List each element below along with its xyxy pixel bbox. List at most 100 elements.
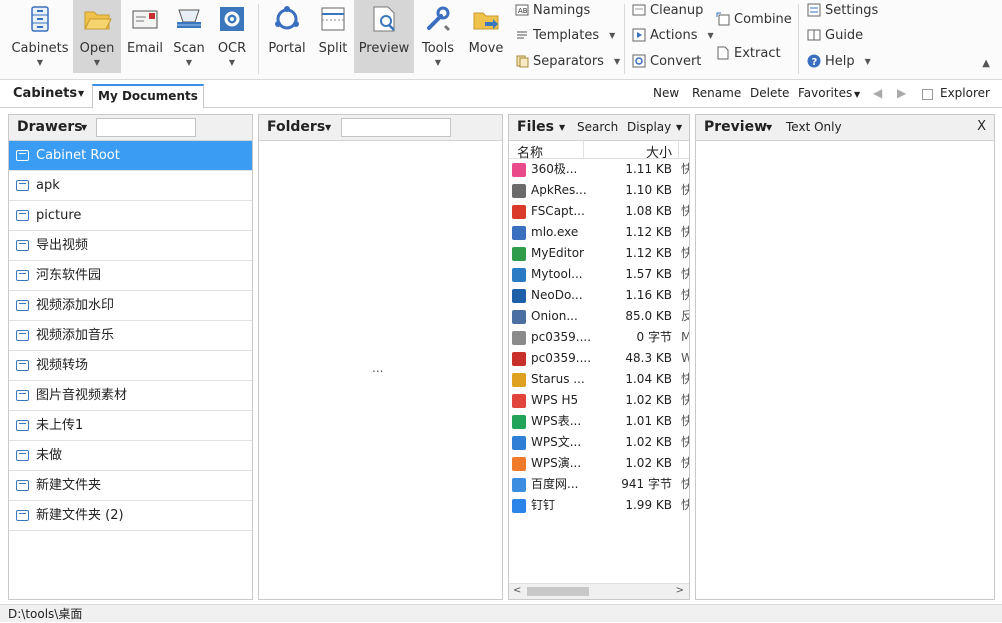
drawer-item[interactable]: 新建文件夹 (2) (9, 501, 252, 531)
settings-button[interactable]: Settings (807, 0, 878, 20)
file-type: 快 (681, 204, 689, 218)
file-row[interactable]: ApkRes... 1.10 KB 快 (509, 180, 689, 201)
drawer-item[interactable]: 导出视频 (9, 231, 252, 261)
chevron-down-icon[interactable]: ▼ (766, 123, 772, 132)
file-row[interactable]: Starus ... 1.04 KB 快 (509, 369, 689, 390)
split-button[interactable]: Split (312, 0, 354, 73)
file-row[interactable]: 百度网... 941 字节快 (509, 474, 689, 495)
back-arrow-icon[interactable]: ◀ (873, 86, 882, 100)
separators-button[interactable]: Separators ▼ (515, 51, 620, 71)
drawer-item[interactable]: 视频添加音乐 (9, 321, 252, 351)
file-row[interactable]: Onion... 85.0 KB 反 (509, 306, 689, 327)
open-button[interactable]: Open ▼ (73, 0, 121, 73)
favorites-button[interactable]: Favorites (798, 86, 852, 100)
chevron-down-icon[interactable]: ▼ (559, 123, 565, 132)
close-preview-button[interactable]: X (977, 119, 986, 134)
folders-filter-input[interactable] (341, 118, 451, 137)
extract-button[interactable]: Extract (716, 43, 781, 63)
files-display-button[interactable]: Display (627, 120, 671, 134)
file-row[interactable]: WPS演... 1.02 KB 快 (509, 453, 689, 474)
file-row[interactable]: pc0359.... 0 字节 M (509, 327, 689, 348)
collapse-ribbon-icon[interactable]: ▲ (982, 58, 990, 69)
cleanup-button[interactable]: Cleanup (632, 0, 703, 20)
drawer-item[interactable]: picture (9, 201, 252, 231)
file-row[interactable]: MyEditor 1.12 KB 快 (509, 243, 689, 264)
file-row[interactable]: WPS表... 1.01 KB 快 (509, 411, 689, 432)
drawer-icon (16, 420, 29, 431)
scrollbar-thumb[interactable] (527, 587, 589, 596)
preview-label: Preview (358, 41, 410, 56)
drawer-item[interactable]: 河东软件园 (9, 261, 252, 291)
actions-button[interactable]: Actions ▼ (632, 25, 714, 45)
file-row[interactable]: pc0359.... 48.3 KB W (509, 348, 689, 369)
scan-button[interactable]: Scan ▼ (168, 0, 210, 73)
combine-button[interactable]: Combine (716, 9, 792, 29)
column-divider[interactable] (583, 141, 584, 159)
file-name: MyEditor (531, 246, 584, 260)
file-name: pc0359.... (531, 330, 591, 344)
email-button[interactable]: Email (124, 0, 166, 73)
file-size: 48.3 KB (625, 351, 672, 365)
drawers-title: Drawers (17, 119, 83, 135)
cabinets-dropdown[interactable]: Cabinets (13, 80, 77, 108)
file-row[interactable]: FSCapt... 1.08 KB 快 (509, 201, 689, 222)
file-icon (512, 163, 526, 177)
chevron-down-icon[interactable]: ▼ (676, 123, 682, 132)
separators-label: Separators (533, 53, 604, 69)
forward-arrow-icon[interactable]: ▶ (897, 86, 906, 100)
drawer-item[interactable]: 视频转场 (9, 351, 252, 381)
move-button[interactable]: Move (464, 0, 508, 73)
ribbon-separator (798, 4, 799, 74)
combine-label: Combine (734, 11, 792, 27)
drawer-item[interactable]: 新建文件夹 (9, 471, 252, 501)
tools-button[interactable]: Tools ▼ (416, 0, 460, 73)
preview-button[interactable]: Preview (354, 0, 414, 73)
file-size: 1.99 KB (625, 498, 672, 512)
namings-button[interactable]: AB Namings (515, 0, 590, 20)
guide-button[interactable]: Guide (807, 25, 863, 45)
rename-button[interactable]: Rename (692, 86, 741, 100)
portal-button[interactable]: Portal (264, 0, 310, 73)
file-row[interactable]: 钉钉 1.99 KB 快 (509, 495, 689, 516)
help-button[interactable]: ? Help ▼ (807, 51, 871, 71)
drawers-filter-input[interactable] (96, 118, 196, 137)
file-row[interactable]: Mytool... 1.57 KB 快 (509, 264, 689, 285)
chevron-down-icon[interactable]: ▼ (854, 90, 860, 99)
file-row[interactable]: NeoDo... 1.16 KB 快 (509, 285, 689, 306)
file-name: 360极... (531, 162, 578, 176)
chevron-down-icon[interactable]: ▼ (78, 80, 84, 108)
cabinets-button[interactable]: Cabinets ▼ (8, 0, 72, 73)
tab-my-documents[interactable]: My Documents (92, 84, 204, 109)
drawer-item[interactable]: 图片音视频素材 (9, 381, 252, 411)
files-search-button[interactable]: Search (577, 120, 618, 134)
file-row[interactable]: mlo.exe 1.12 KB 快 (509, 222, 689, 243)
drawer-item[interactable]: 视频添加水印 (9, 291, 252, 321)
drawer-item[interactable]: 未上传1 (9, 411, 252, 441)
preview-panel: Preview ▼ Text Only X (695, 114, 995, 600)
drawer-item[interactable]: Cabinet Root (9, 141, 252, 171)
file-name: mlo.exe (531, 225, 579, 239)
new-button[interactable]: New (653, 86, 679, 100)
chevron-down-icon[interactable]: ▼ (325, 123, 331, 132)
ocr-button[interactable]: OCR ▼ (211, 0, 253, 73)
explorer-checkbox[interactable] (922, 89, 933, 100)
file-row[interactable]: 360极... 1.11 KB 快 (509, 159, 689, 180)
file-type: 快 (681, 414, 689, 428)
text-only-button[interactable]: Text Only (786, 120, 842, 134)
chevron-down-icon[interactable]: ▼ (81, 123, 87, 132)
column-divider[interactable] (678, 141, 679, 159)
drawer-item[interactable]: apk (9, 171, 252, 201)
delete-button[interactable]: Delete (750, 86, 789, 100)
templates-button[interactable]: Templates ▼ (515, 25, 615, 45)
file-icon (512, 184, 526, 198)
scroll-left-icon[interactable]: < (513, 585, 521, 596)
chevron-down-icon: ▼ (613, 56, 621, 66)
file-row[interactable]: WPS H5 1.02 KB 快 (509, 390, 689, 411)
files-horizontal-scrollbar[interactable]: < > (509, 583, 689, 599)
scroll-right-icon[interactable]: > (676, 585, 684, 596)
convert-button[interactable]: Convert (632, 51, 701, 71)
file-type: 快 (681, 435, 689, 449)
drawer-item[interactable]: 未做 (9, 441, 252, 471)
file-icon (512, 247, 526, 261)
file-row[interactable]: WPS文... 1.02 KB 快 (509, 432, 689, 453)
